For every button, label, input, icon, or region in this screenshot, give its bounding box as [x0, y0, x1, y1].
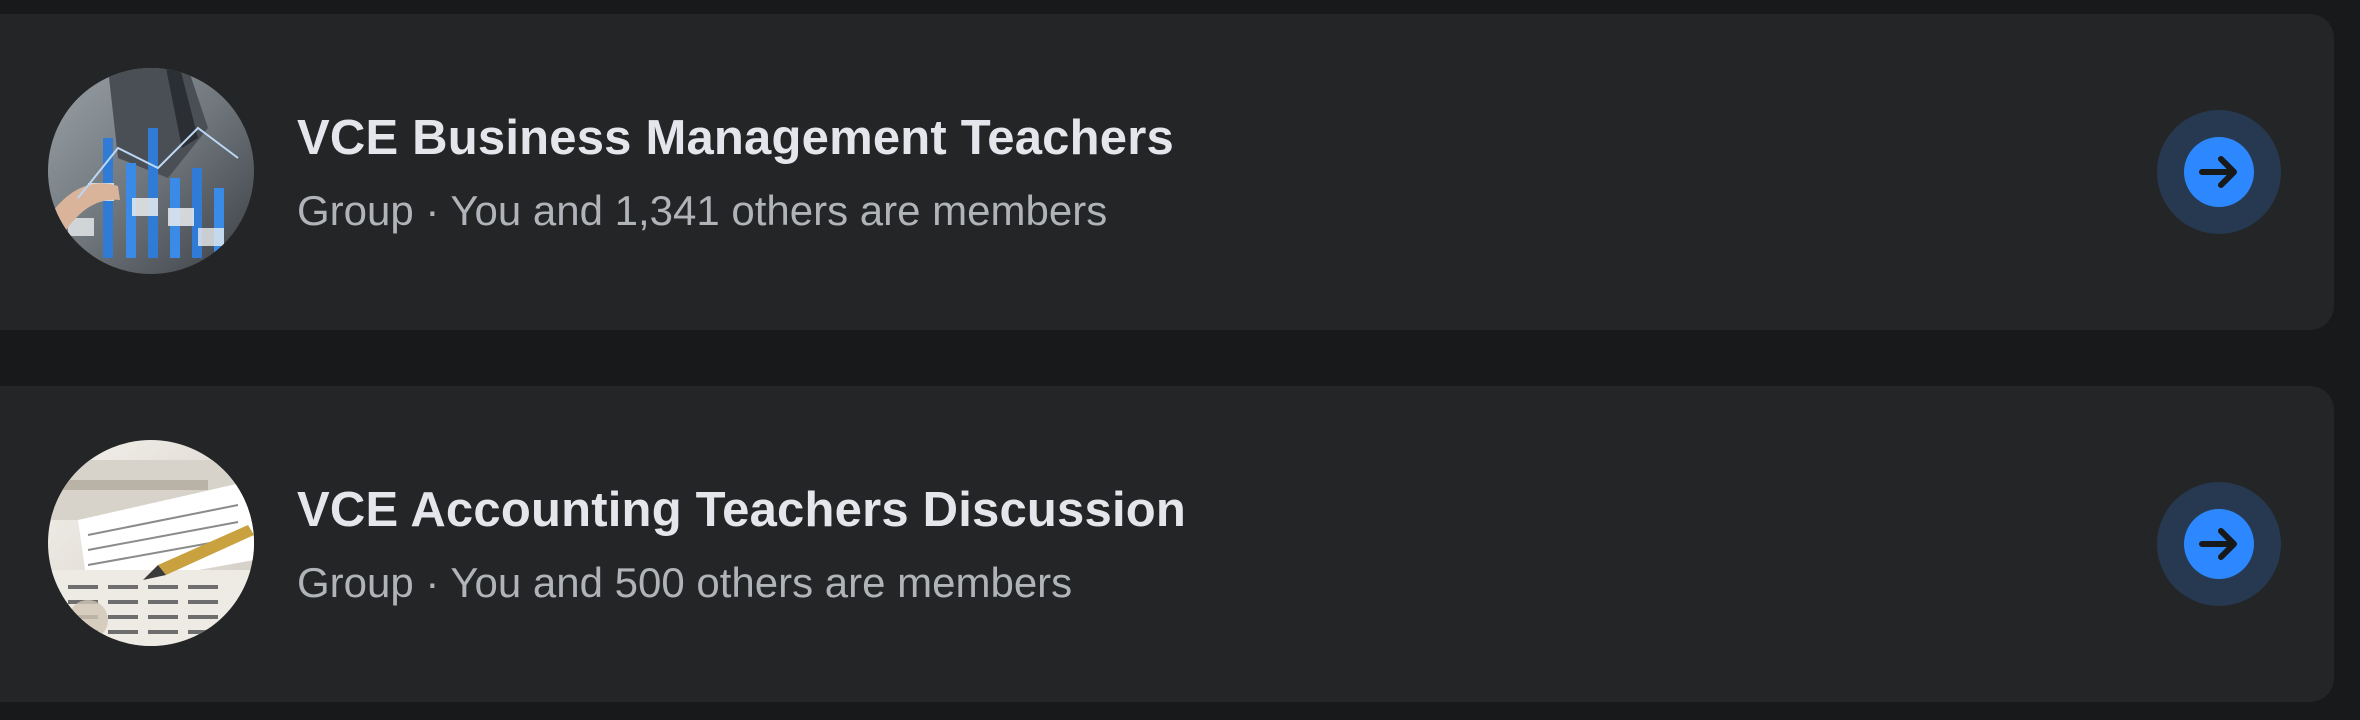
group-type: Group: [297, 187, 414, 234]
open-group-button[interactable]: [2157, 110, 2281, 234]
group-type: Group: [297, 559, 414, 606]
arrow-right-icon: [2184, 137, 2254, 207]
group-card-business-management[interactable]: VCE Business Management Teachers Group ·…: [0, 14, 2334, 330]
group-list: VCE Business Management Teachers Group ·…: [0, 0, 2360, 720]
arrow-right-icon: [2184, 509, 2254, 579]
group-title[interactable]: VCE Accounting Teachers Discussion: [297, 482, 1186, 538]
group-avatar[interactable]: [48, 440, 254, 646]
meta-separator: ·: [425, 187, 440, 234]
group-meta: Group · You and 1,341 others are members: [297, 187, 1107, 235]
group-avatar-image: [48, 68, 254, 274]
group-meta: Group · You and 500 others are members: [297, 559, 1072, 607]
group-member-count: You and 500 others are members: [450, 559, 1073, 606]
group-member-count: You and 1,341 others are members: [450, 187, 1108, 234]
group-avatar-image: [48, 440, 254, 646]
group-card-accounting[interactable]: VCE Accounting Teachers Discussion Group…: [0, 386, 2334, 702]
open-group-button[interactable]: [2157, 482, 2281, 606]
meta-separator: ·: [425, 559, 440, 606]
group-title[interactable]: VCE Business Management Teachers: [297, 110, 1174, 166]
group-avatar[interactable]: [48, 68, 254, 274]
